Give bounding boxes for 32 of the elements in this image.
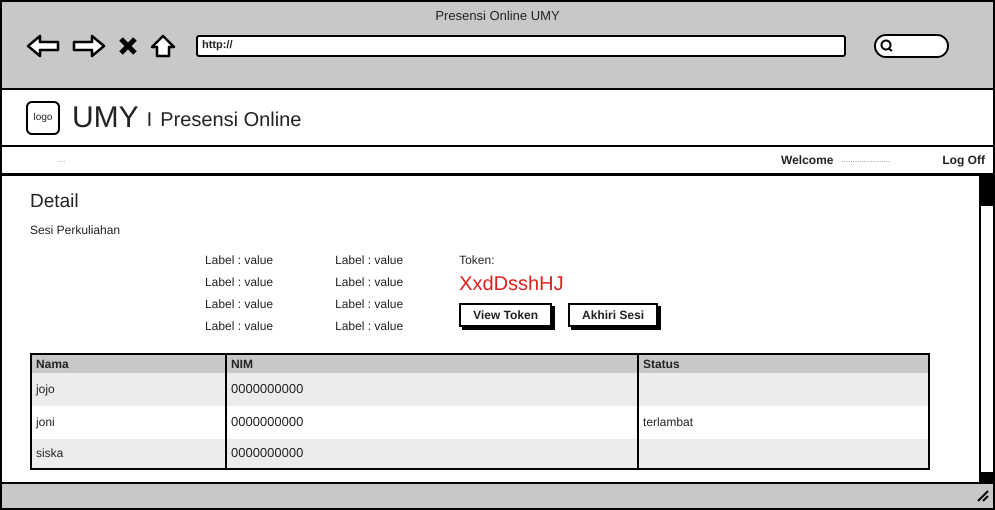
search-icon — [880, 38, 894, 52]
table-cell: siska — [31, 438, 226, 468]
url-field[interactable]: http:// — [196, 34, 846, 56]
page-title: Detail — [30, 190, 80, 214]
field-label: Label : value — [205, 296, 274, 312]
app-title: Presensi Online — [160, 108, 302, 132]
window-title: Presensi Online UMY — [435, 7, 560, 25]
field-label: Label : value — [205, 318, 274, 334]
user-name: ...................... — [841, 154, 890, 166]
page-subtitle: Sesi Perkuliahan — [30, 222, 122, 238]
header-separator: I — [146, 108, 152, 132]
search-field[interactable] — [874, 34, 949, 58]
home-icon[interactable] — [150, 34, 176, 58]
field-label: Label : value — [335, 318, 404, 334]
breadcrumb: ... — [58, 153, 66, 166]
logoff-link[interactable]: Log Off — [942, 151, 985, 169]
brand-name: UMY — [72, 100, 139, 136]
field-label: Label : value — [205, 252, 274, 268]
close-icon[interactable] — [118, 36, 138, 56]
logo: logo — [26, 100, 60, 134]
table-cell: 0000000000 — [226, 438, 638, 468]
token-value: XxdDsshHJ — [459, 272, 565, 296]
scrollbar[interactable] — [979, 176, 993, 482]
field-label: Label : value — [335, 296, 404, 312]
token-label: Token: — [459, 252, 496, 268]
field-label: Label : value — [335, 274, 404, 290]
welcome-text: Welcome — [780, 152, 834, 169]
back-icon[interactable] — [26, 34, 60, 58]
field-label: Label : value — [335, 252, 404, 268]
forward-icon[interactable] — [72, 34, 106, 58]
field-label: Label : value — [205, 274, 274, 290]
resize-grip-icon[interactable] — [977, 490, 989, 502]
